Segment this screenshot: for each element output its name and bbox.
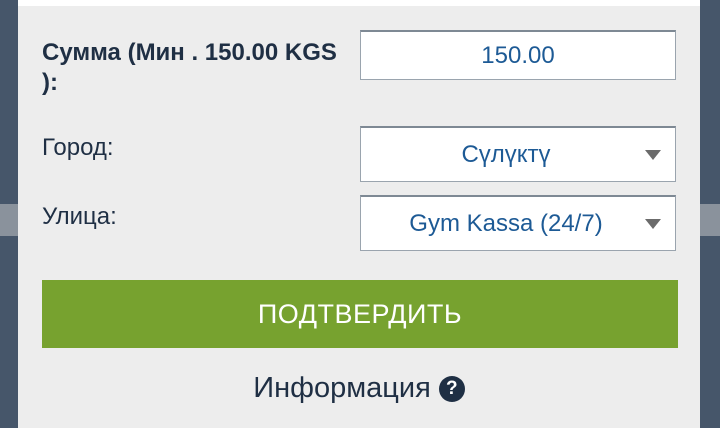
amount-label: Сумма (Мин . 150.00 KGS ):	[42, 39, 337, 96]
city-select[interactable]: Сүлүктү	[360, 126, 676, 182]
background-band-right	[700, 204, 720, 236]
street-select[interactable]: Gym Kassa (24/7)	[360, 195, 676, 251]
street-label: Улица:	[42, 203, 117, 230]
amount-input[interactable]: 150.00	[360, 30, 676, 80]
confirm-button[interactable]: ПОДТВЕРДИТЬ	[42, 280, 678, 348]
question-circle-icon[interactable]: ?	[438, 375, 465, 402]
chevron-down-icon	[645, 218, 661, 229]
chevron-down-icon	[645, 149, 661, 160]
street-selected-value: Gym Kassa (24/7)	[409, 209, 603, 237]
background-band-left	[0, 204, 18, 236]
panel-top-edge	[18, 0, 700, 6]
info-link[interactable]: Информация ?	[18, 372, 700, 405]
city-selected-value: Сүлүктү	[461, 140, 551, 168]
payment-form-panel: Сумма (Мин . 150.00 KGS ): 150.00 Город:…	[18, 0, 700, 428]
info-label: Информация	[253, 372, 431, 404]
city-label: Город:	[42, 134, 114, 161]
amount-value: 150.00	[481, 41, 555, 69]
